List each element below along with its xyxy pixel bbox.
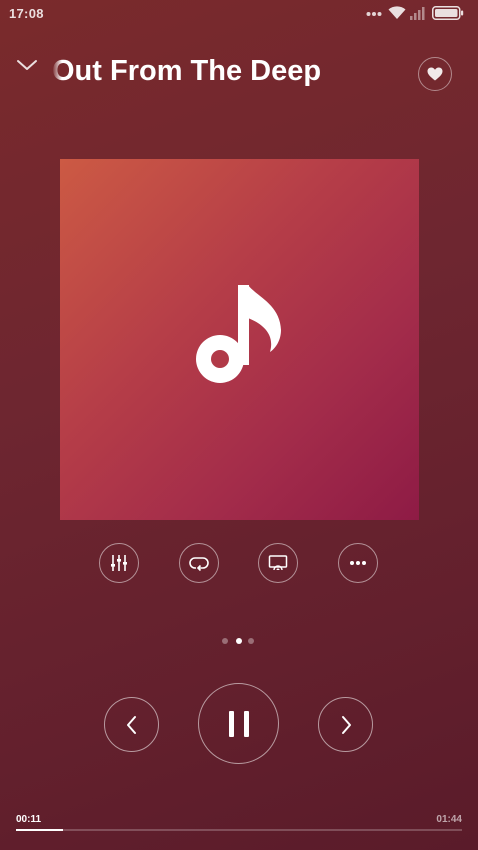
signal-icon [410, 7, 425, 20]
favorite-button[interactable] [418, 57, 452, 91]
album-art [60, 159, 419, 520]
equalizer-button[interactable] [99, 543, 139, 583]
next-button[interactable] [318, 697, 373, 752]
play-pause-button[interactable] [198, 683, 279, 764]
page-indicator[interactable] [222, 638, 258, 646]
cast-icon [268, 555, 288, 571]
cast-button[interactable] [258, 543, 298, 583]
previous-button[interactable] [104, 697, 159, 752]
heart-icon [427, 67, 443, 81]
chevron-left-icon [126, 715, 136, 734]
status-time: 17:08 [9, 6, 44, 21]
wifi-icon [388, 6, 406, 19]
elapsed-time: 00:11 [16, 814, 42, 825]
pause-icon [228, 710, 249, 737]
repeat-icon [189, 557, 209, 572]
more-dots-icon [366, 12, 382, 16]
equalizer-icon [111, 555, 127, 571]
song-title-container: Out From The Deep [52, 50, 397, 94]
status-icons [366, 5, 470, 23]
total-time: 01:44 [436, 814, 462, 825]
progress-fill [16, 829, 64, 831]
repeat-button[interactable] [179, 543, 219, 583]
page-dot[interactable] [248, 638, 254, 644]
chevron-down-icon [17, 60, 37, 70]
song-title: Out From The Deep [52, 55, 322, 87]
chevron-right-icon [341, 715, 351, 734]
more-options-button[interactable] [338, 543, 378, 583]
status-bar: 17:08 [0, 0, 478, 28]
music-note-icon [195, 285, 281, 383]
collapse-button[interactable] [12, 52, 42, 78]
page-dot[interactable] [222, 638, 228, 644]
progress-bar[interactable] [16, 829, 462, 831]
battery-icon [432, 6, 464, 20]
page-dot-active[interactable] [236, 638, 242, 644]
more-dots-icon [350, 561, 366, 565]
